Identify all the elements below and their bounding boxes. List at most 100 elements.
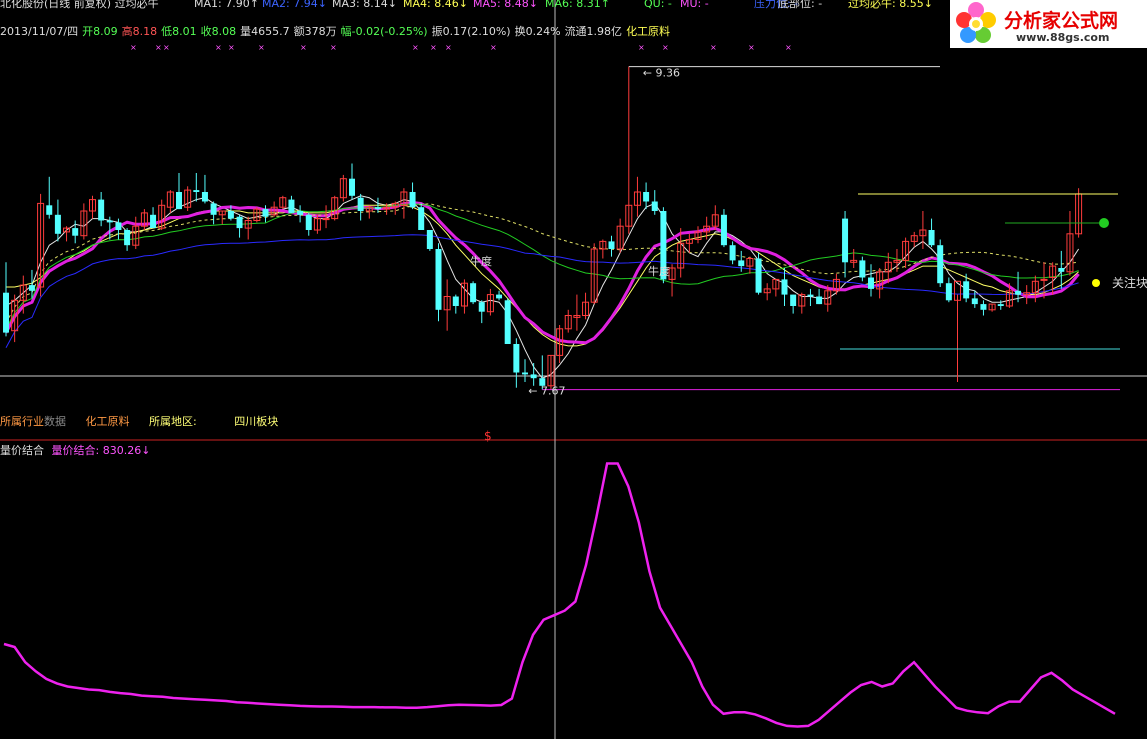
candle-body-down — [980, 304, 987, 310]
tick-mark: × — [330, 43, 337, 52]
candle-body-down — [98, 199, 105, 221]
quote-info-line: 2013/11/07/四 开8.09 高8.18 低8.01 收8.08 量4655.7 额… — [0, 24, 674, 40]
quote-line-item-9: 换0.24% — [514, 25, 561, 38]
tick-mark: × — [785, 43, 792, 52]
candle-body-down — [738, 260, 745, 267]
lower-indicator-name: 量价结合 — [0, 444, 44, 457]
candle-body-down — [1058, 268, 1065, 272]
candle-body-down — [842, 218, 849, 263]
candle-body-down — [72, 228, 79, 236]
tick-mark: × — [412, 43, 419, 52]
volume-price-line — [3, 462, 1116, 728]
low-label: ← 7.67 — [528, 385, 565, 398]
niudu-label-b: 牛度 — [648, 264, 670, 278]
sector-info-line: 所属行业数据 化工原料 所属地区: 四川板块 — [0, 414, 278, 430]
candle-body-down — [790, 294, 797, 306]
candle-body-down — [193, 190, 200, 192]
region-label: 所属地区: — [149, 415, 197, 428]
candle-body-down — [115, 222, 122, 230]
quote-line-item-4: 收8.08 — [200, 25, 237, 38]
candle-body-down — [46, 205, 53, 215]
candle-body-down — [643, 192, 650, 202]
candle-body-down — [176, 192, 182, 210]
tick-mark: × — [430, 43, 437, 52]
candle-body-down — [859, 260, 866, 278]
quote-line-item-0: 2013/11/07/四 — [0, 25, 79, 38]
candle-body-down — [288, 199, 295, 213]
header-top-item-2: MA2: 7.94↓ — [262, 0, 327, 10]
candle-body-down — [28, 285, 35, 291]
candle-body-up — [1040, 278, 1048, 281]
candle-body-down — [435, 249, 442, 310]
flower-logo-icon — [956, 2, 996, 43]
tick-mark: × — [490, 43, 497, 52]
candle-body-down — [470, 283, 477, 303]
candle-body-down — [305, 214, 312, 230]
candle-body-down — [729, 245, 736, 261]
candle-body-down — [608, 241, 615, 249]
candle-body-down — [357, 197, 364, 211]
candle-body-down — [945, 283, 952, 301]
candle-body-down — [106, 220, 113, 223]
candle-body-down — [409, 192, 416, 208]
candle-body-down — [781, 279, 788, 295]
candle-body-down — [937, 245, 944, 284]
tick-mark: × — [662, 43, 669, 52]
green-dot — [1099, 218, 1109, 228]
candle-body-down — [227, 211, 234, 219]
ma-white-line — [5, 195, 1080, 379]
quote-line-item-7: 幅-0.02(-0.25%) — [340, 25, 428, 38]
candle-body-down — [236, 216, 243, 229]
header-top-item-6: MA6: 8.31↑ — [545, 0, 610, 10]
candle-body-down — [374, 207, 381, 210]
candle-body-down — [807, 294, 814, 297]
candle-body-down — [478, 302, 485, 312]
candle-body-down — [262, 209, 269, 217]
candle-body-down — [452, 296, 459, 306]
industry-value: 化工原料 — [85, 415, 130, 428]
quote-line-item-3: 低8.01 — [161, 25, 197, 38]
candle-body-up — [322, 218, 330, 221]
candle-body-down — [210, 203, 217, 215]
candle-body-down — [513, 344, 520, 373]
quote-line-item-1: 开8.09 — [82, 25, 118, 38]
quote-line-item-10: 流通1.98亿 — [564, 25, 623, 38]
ma-yellow-line — [6, 204, 1079, 347]
chart-canvas: ← 9.36← 7.67牛度牛度关注块$× × × × × × × × × × × × × × × × × — [0, 0, 1147, 739]
candle-body-down — [124, 230, 131, 246]
tick-mark: × — [163, 43, 170, 52]
candle-body-down — [816, 296, 823, 305]
logo-title: 分析家公式网 — [1004, 10, 1119, 32]
tick-mark: × — [155, 43, 162, 52]
header-top-item-4: MA4: 8.46↓ — [403, 0, 468, 10]
candle-body-down — [997, 304, 1004, 306]
candle-body-down — [201, 192, 208, 202]
candle-body-down — [3, 292, 9, 333]
candle-body-down — [504, 300, 511, 344]
quote-line-item-8: 振0.17(2.10%) — [431, 25, 511, 38]
candle-body-down — [928, 230, 935, 246]
quote-line-item-6: 额378万 — [293, 25, 337, 38]
header-top-item-0: 北化股份(日线 前复权) 过均必牛 — [0, 0, 159, 10]
candle-body-down — [297, 211, 304, 215]
attention-label: 关注块 — [1112, 275, 1147, 290]
candle-body-down — [54, 214, 61, 234]
tick-mark: × — [638, 43, 645, 52]
lower-indicator-value: 量价结合: 830.26↓ — [51, 444, 151, 457]
yellow-dot — [1092, 279, 1100, 287]
candle-body-down — [1015, 290, 1022, 295]
candle-body-down — [418, 207, 425, 230]
quote-line-item-2: 高8.18 — [121, 25, 158, 38]
tick-mark: × — [228, 43, 235, 52]
logo-url: www.88gs.com — [1016, 31, 1110, 44]
header-top-item-5: MA5: 8.48↓ — [473, 0, 538, 10]
quote-line-item-5: 量4655.7 — [240, 25, 290, 38]
niudu-label-a: 牛度 — [470, 254, 492, 268]
candle-body-down — [496, 294, 503, 299]
tick-mark: × — [748, 43, 755, 52]
candle-body-down — [530, 374, 537, 379]
high-label: ← 9.36 — [643, 67, 680, 80]
tick-mark: × — [445, 43, 452, 52]
tick-mark: × — [258, 43, 265, 52]
site-logo: 分析家公式网 www.88gs.com — [950, 0, 1147, 48]
